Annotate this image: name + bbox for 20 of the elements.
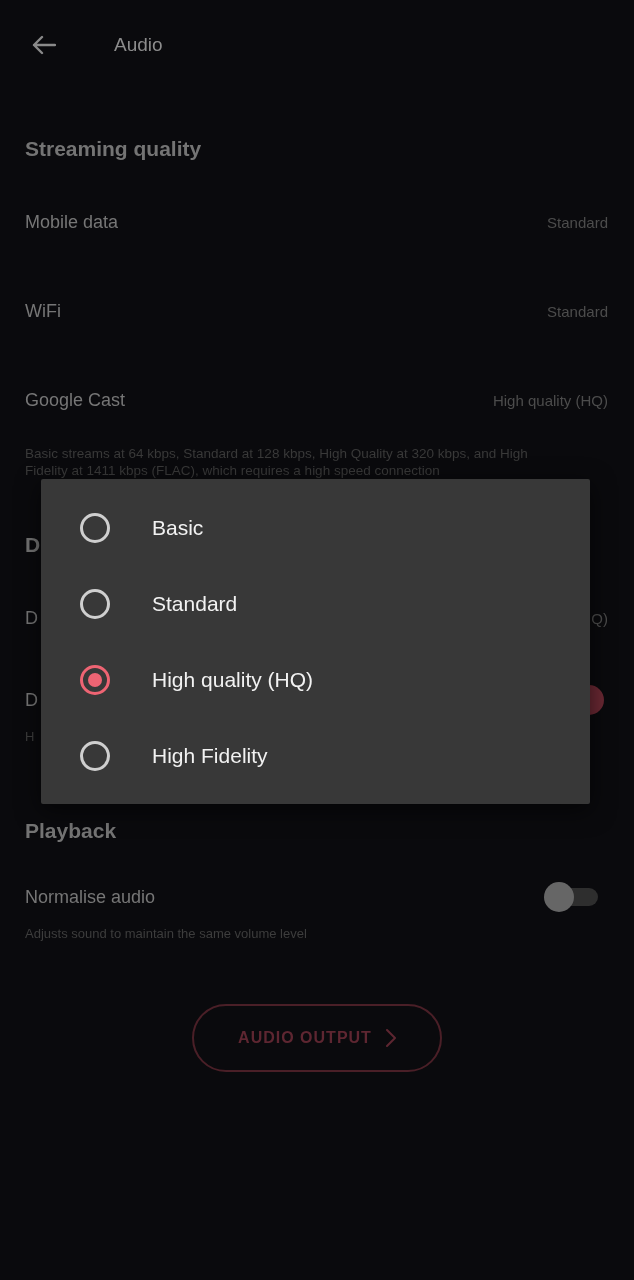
radio-option[interactable]: High Fidelity [41, 718, 590, 794]
setting-label: D [25, 689, 38, 711]
page-title: Audio [114, 34, 163, 56]
setting-label: Mobile data [25, 212, 119, 233]
setting-label: D [25, 608, 38, 629]
radio-option[interactable]: High quality (HQ) [41, 642, 590, 718]
setting-value: High quality (HQ) [492, 392, 608, 409]
section-heading: D [25, 532, 41, 558]
setting-label: WiFi [25, 301, 61, 322]
setting-label: Normalise audio [25, 886, 156, 908]
setting-value: Standard [547, 303, 608, 320]
back-arrow-icon [32, 35, 56, 55]
section-heading: Streaming quality [25, 136, 202, 162]
setting-label: Google Cast [25, 390, 126, 411]
section-heading: Playback [25, 818, 117, 844]
setting-value: Standard [547, 214, 608, 231]
chevron-right-icon [385, 1029, 396, 1047]
radio-option[interactable]: Standard [41, 566, 590, 642]
setting-value: Q) [591, 610, 608, 627]
radio-option[interactable]: Basic [41, 490, 590, 566]
